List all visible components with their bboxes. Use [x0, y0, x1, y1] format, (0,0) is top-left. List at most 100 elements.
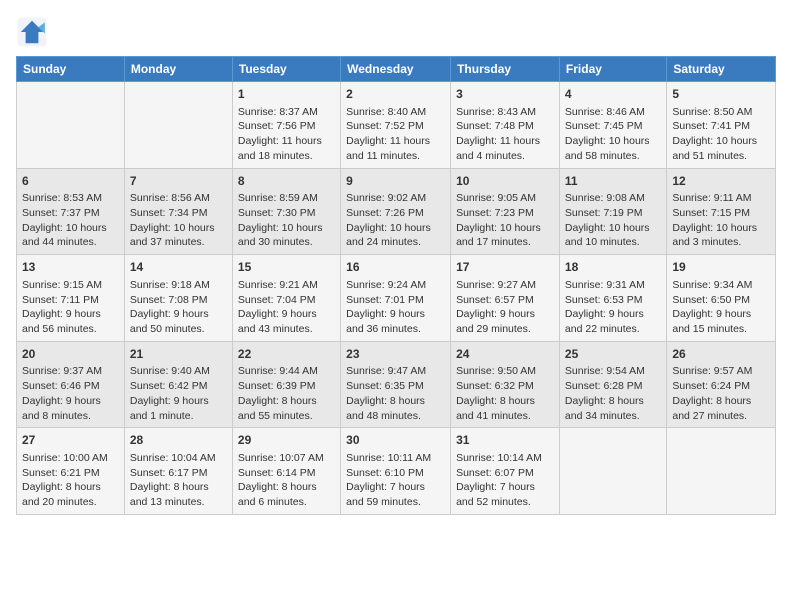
- day-details: Sunrise: 8:56 AM Sunset: 7:34 PM Dayligh…: [130, 191, 227, 250]
- calendar-cell: 26Sunrise: 9:57 AM Sunset: 6:24 PM Dayli…: [667, 341, 776, 428]
- calendar-table: SundayMondayTuesdayWednesdayThursdayFrid…: [16, 56, 776, 515]
- day-number: 5: [672, 86, 770, 103]
- day-details: Sunrise: 9:47 AM Sunset: 6:35 PM Dayligh…: [346, 364, 445, 423]
- calendar-cell: 15 Sunrise: 9:21 AM Sunset: 7:04 PM Dayli…: [232, 255, 340, 342]
- header-thursday: Thursday: [451, 57, 560, 82]
- calendar-cell: 28 Sunrise: 10:04 AM Sunset: 6:17 PM Dayl…: [124, 428, 232, 515]
- day-number: 23: [346, 346, 445, 363]
- calendar-cell: 22Sunrise: 9:44 AM Sunset: 6:39 PM Dayli…: [232, 341, 340, 428]
- day-details: Sunrise: 9:54 AM Sunset: 6:28 PM Dayligh…: [565, 364, 661, 423]
- calendar-cell: 30 Sunrise: 10:11 AM Sunset: 6:10 PM Dayl…: [341, 428, 451, 515]
- calendar-cell: 17Sunrise: 9:27 AM Sunset: 6:57 PM Dayli…: [451, 255, 560, 342]
- day-details: Sunrise: 10:11 AM Sunset: 6:10 PM Daylig…: [346, 451, 445, 510]
- day-details: Sunrise: 9:02 AM Sunset: 7:26 PM Dayligh…: [346, 191, 445, 250]
- day-details: Sunrise: 9:05 AM Sunset: 7:23 PM Dayligh…: [456, 191, 554, 250]
- day-details: Sunrise: 8:53 AM Sunset: 7:37 PM Dayligh…: [22, 191, 119, 250]
- calendar-cell: 12Sunrise: 9:11 AM Sunset: 7:15 PM Dayli…: [667, 168, 776, 255]
- day-details: Sunrise: 8:50 AM Sunset: 7:41 PM Dayligh…: [672, 105, 770, 164]
- day-details: Sunrise: 10:07 AM Sunset: 6:14 PM Daylig…: [238, 451, 335, 510]
- calendar-cell: 29 Sunrise: 10:07 AM Sunset: 6:14 PM Dayl…: [232, 428, 340, 515]
- day-details: Sunrise: 8:40 AM Sunset: 7:52 PM Dayligh…: [346, 105, 445, 164]
- calendar-cell: 8Sunrise: 8:59 AM Sunset: 7:30 PM Daylig…: [232, 168, 340, 255]
- day-number: 12: [672, 173, 770, 190]
- day-details: Sunrise: 8:59 AM Sunset: 7:30 PM Dayligh…: [238, 191, 335, 250]
- calendar-cell: 19 Sunrise: 9:34 AM Sunset: 6:50 PM Dayli…: [667, 255, 776, 342]
- day-details: Sunrise: 9:21 AM Sunset: 7:04 PM Dayligh…: [238, 278, 335, 337]
- day-details: Sunrise: 9:31 AM Sunset: 6:53 PM Dayligh…: [565, 278, 661, 337]
- header-wednesday: Wednesday: [341, 57, 451, 82]
- day-number: 1: [238, 86, 335, 103]
- calendar-week-row: 1 Sunrise: 8:37 AM Sunset: 7:56 PM Daylig…: [17, 82, 776, 169]
- header-monday: Monday: [124, 57, 232, 82]
- day-details: Sunrise: 9:15 AM Sunset: 7:11 PM Dayligh…: [22, 278, 119, 337]
- calendar-week-row: 27 Sunrise: 10:00 AM Sunset: 6:21 PM Dayl…: [17, 428, 776, 515]
- day-details: Sunrise: 9:27 AM Sunset: 6:57 PM Dayligh…: [456, 278, 554, 337]
- day-details: Sunrise: 9:34 AM Sunset: 6:50 PM Dayligh…: [672, 278, 770, 337]
- day-number: 16: [346, 259, 445, 276]
- calendar-cell: 27 Sunrise: 10:00 AM Sunset: 6:21 PM Dayl…: [17, 428, 125, 515]
- day-number: 31: [456, 432, 554, 449]
- calendar-cell: 25Sunrise: 9:54 AM Sunset: 6:28 PM Dayli…: [559, 341, 666, 428]
- day-details: Sunrise: 9:18 AM Sunset: 7:08 PM Dayligh…: [130, 278, 227, 337]
- calendar-cell: 21Sunrise: 9:40 AM Sunset: 6:42 PM Dayli…: [124, 341, 232, 428]
- calendar-cell: 9Sunrise: 9:02 AM Sunset: 7:26 PM Daylig…: [341, 168, 451, 255]
- calendar-cell: 13 Sunrise: 9:15 AM Sunset: 7:11 PM Dayli…: [17, 255, 125, 342]
- day-number: 11: [565, 173, 661, 190]
- calendar-week-row: 6Sunrise: 8:53 AM Sunset: 7:37 PM Daylig…: [17, 168, 776, 255]
- day-number: 29: [238, 432, 335, 449]
- calendar-cell: 11Sunrise: 9:08 AM Sunset: 7:19 PM Dayli…: [559, 168, 666, 255]
- calendar-cell: [667, 428, 776, 515]
- day-number: 24: [456, 346, 554, 363]
- day-number: 27: [22, 432, 119, 449]
- day-number: 14: [130, 259, 227, 276]
- calendar-cell: 4Sunrise: 8:46 AM Sunset: 7:45 PM Daylig…: [559, 82, 666, 169]
- day-details: Sunrise: 9:37 AM Sunset: 6:46 PM Dayligh…: [22, 364, 119, 423]
- calendar-cell: 23Sunrise: 9:47 AM Sunset: 6:35 PM Dayli…: [341, 341, 451, 428]
- day-number: 28: [130, 432, 227, 449]
- day-details: Sunrise: 8:46 AM Sunset: 7:45 PM Dayligh…: [565, 105, 661, 164]
- day-number: 9: [346, 173, 445, 190]
- calendar-cell: 1 Sunrise: 8:37 AM Sunset: 7:56 PM Daylig…: [232, 82, 340, 169]
- day-number: 8: [238, 173, 335, 190]
- calendar-cell: 2Sunrise: 8:40 AM Sunset: 7:52 PM Daylig…: [341, 82, 451, 169]
- day-number: 26: [672, 346, 770, 363]
- calendar-cell: 10Sunrise: 9:05 AM Sunset: 7:23 PM Dayli…: [451, 168, 560, 255]
- day-number: 30: [346, 432, 445, 449]
- calendar-cell: [559, 428, 666, 515]
- day-details: Sunrise: 9:08 AM Sunset: 7:19 PM Dayligh…: [565, 191, 661, 250]
- calendar-cell: 14 Sunrise: 9:18 AM Sunset: 7:08 PM Dayli…: [124, 255, 232, 342]
- header-friday: Friday: [559, 57, 666, 82]
- calendar-cell: 18Sunrise: 9:31 AM Sunset: 6:53 PM Dayli…: [559, 255, 666, 342]
- day-details: Sunrise: 9:11 AM Sunset: 7:15 PM Dayligh…: [672, 191, 770, 250]
- page-header: [16, 16, 776, 48]
- day-number: 22: [238, 346, 335, 363]
- day-number: 21: [130, 346, 227, 363]
- header-sunday: Sunday: [17, 57, 125, 82]
- logo-icon: [16, 16, 48, 48]
- day-details: Sunrise: 10:00 AM Sunset: 6:21 PM Daylig…: [22, 451, 119, 510]
- day-details: Sunrise: 9:44 AM Sunset: 6:39 PM Dayligh…: [238, 364, 335, 423]
- day-details: Sunrise: 10:14 AM Sunset: 6:07 PM Daylig…: [456, 451, 554, 510]
- calendar-cell: 24Sunrise: 9:50 AM Sunset: 6:32 PM Dayli…: [451, 341, 560, 428]
- day-details: Sunrise: 9:40 AM Sunset: 6:42 PM Dayligh…: [130, 364, 227, 423]
- day-number: 10: [456, 173, 554, 190]
- calendar-cell: 5 Sunrise: 8:50 AM Sunset: 7:41 PM Daylig…: [667, 82, 776, 169]
- day-details: Sunrise: 9:24 AM Sunset: 7:01 PM Dayligh…: [346, 278, 445, 337]
- calendar-cell: [124, 82, 232, 169]
- header-tuesday: Tuesday: [232, 57, 340, 82]
- day-number: 13: [22, 259, 119, 276]
- day-number: 20: [22, 346, 119, 363]
- day-details: Sunrise: 8:43 AM Sunset: 7:48 PM Dayligh…: [456, 105, 554, 164]
- day-details: Sunrise: 8:37 AM Sunset: 7:56 PM Dayligh…: [238, 105, 335, 164]
- calendar-week-row: 20Sunrise: 9:37 AM Sunset: 6:46 PM Dayli…: [17, 341, 776, 428]
- day-details: Sunrise: 9:50 AM Sunset: 6:32 PM Dayligh…: [456, 364, 554, 423]
- day-details: Sunrise: 10:04 AM Sunset: 6:17 PM Daylig…: [130, 451, 227, 510]
- calendar-cell: 20Sunrise: 9:37 AM Sunset: 6:46 PM Dayli…: [17, 341, 125, 428]
- calendar-cell: 16 Sunrise: 9:24 AM Sunset: 7:01 PM Dayli…: [341, 255, 451, 342]
- logo: [16, 16, 52, 48]
- day-number: 19: [672, 259, 770, 276]
- day-number: 7: [130, 173, 227, 190]
- day-number: 25: [565, 346, 661, 363]
- day-number: 15: [238, 259, 335, 276]
- calendar-cell: 7Sunrise: 8:56 AM Sunset: 7:34 PM Daylig…: [124, 168, 232, 255]
